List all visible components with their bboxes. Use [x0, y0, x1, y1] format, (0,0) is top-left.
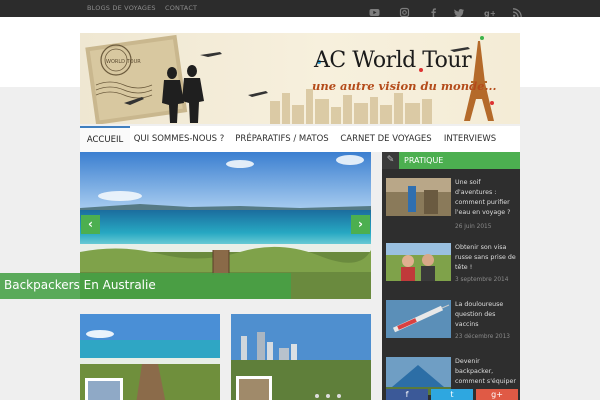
sidebar-post-thumb[interactable] — [386, 243, 451, 281]
nav-item-preparatifs[interactable]: PRÉPARATIFS / MATOS — [230, 126, 334, 152]
rss-icon[interactable] — [512, 3, 523, 18]
share-twitter-button[interactable]: t — [431, 389, 473, 400]
sidebar-post-title[interactable]: Une soif d'aventures : comment purifier … — [455, 178, 517, 218]
youtube-icon[interactable] — [369, 3, 380, 16]
sidebar-title[interactable]: PRATIQUE — [399, 152, 520, 169]
slide-caption-text[interactable]: Backpackers En Australie — [4, 278, 156, 292]
main-nav: ACCUEIL QUI SOMMES-NOUS ? PRÉPARATIFS / … — [80, 126, 520, 152]
sidebar-post-thumb[interactable] — [386, 178, 451, 216]
google-plus-icon[interactable]: g+ — [484, 3, 496, 18]
twitter-icon[interactable] — [454, 3, 465, 18]
sidebar-post-thumb[interactable] — [386, 300, 451, 338]
sidebar-post[interactable]: Une soif d'aventures : comment purifier … — [382, 178, 520, 240]
post-card-1[interactable] — [80, 314, 220, 400]
slider-prev-button[interactable]: ‹ — [81, 215, 100, 234]
post-card-2[interactable] — [231, 314, 371, 400]
share-facebook-button[interactable]: f — [386, 389, 428, 400]
pin-icon: ✎ — [382, 152, 399, 169]
nav-item-carnet-de-voyages[interactable]: CARNET DE VOYAGES — [338, 126, 434, 152]
toplink-contact[interactable]: CONTACT — [165, 4, 197, 12]
toplink-blogs[interactable]: BLOGS DE VOYAGES — [87, 4, 156, 12]
sidebar-post-date: 3 septembre 2014 — [455, 277, 509, 283]
nav-item-interviews[interactable]: INTERVIEWS — [438, 126, 502, 152]
stamp-text: WORLD TOUR — [106, 59, 141, 65]
slide-caption[interactable]: Backpackers En Australie — [0, 273, 291, 299]
instagram-icon[interactable] — [399, 3, 410, 18]
post-card-2-image — [231, 314, 371, 400]
sidebar-pratique: ✎ PRATIQUE Une soif d'aventures : commen… — [382, 152, 520, 400]
sidebar-post-title[interactable]: Obtenir son visa russe sans prise de têt… — [455, 243, 517, 273]
top-bar: BLOGS DE VOYAGES CONTACT g+ — [0, 0, 600, 18]
slider-next-button[interactable]: › — [351, 215, 370, 234]
sidebar-post-date: 26 juin 2015 — [455, 224, 492, 230]
sidebar-header: ✎ PRATIQUE — [382, 152, 520, 169]
share-google-button[interactable]: g+ — [476, 389, 518, 400]
sidebar-post[interactable]: Obtenir son visa russe sans prise de têt… — [382, 243, 520, 305]
sidebar-post-title[interactable]: La douloureuse question des vaccins — [455, 300, 517, 330]
nav-item-accueil[interactable]: ACCUEIL — [80, 126, 130, 152]
sidebar-post[interactable]: La douloureuse question des vaccins 23 d… — [382, 300, 520, 362]
sidebar-post-date: 23 décembre 2013 — [455, 334, 510, 340]
site-banner[interactable]: WORLD TOUR AC World Tour une autre visio… — [80, 33, 520, 124]
facebook-icon[interactable] — [428, 3, 439, 17]
nav-item-qui-sommes-nous[interactable]: QUI SOMMES-NOUS ? — [132, 126, 226, 152]
sidebar-post-title[interactable]: Devenir backpacker, comment s'équiper — [455, 357, 517, 387]
site-tagline: une autre vision du monde... — [312, 79, 497, 93]
site-title: AC World Tour — [314, 48, 472, 73]
post-card-1-image — [80, 314, 220, 400]
